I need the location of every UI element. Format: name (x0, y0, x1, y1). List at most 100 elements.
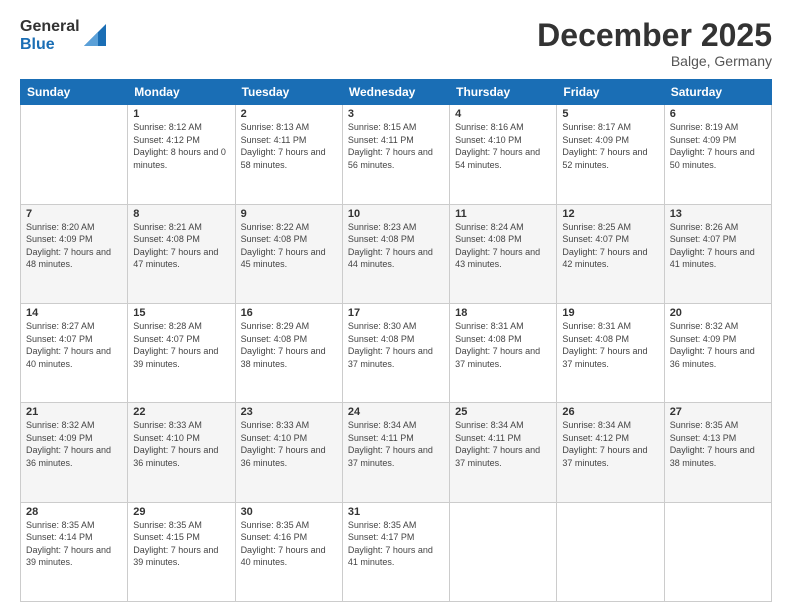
day-number: 31 (348, 506, 444, 518)
calendar-header-saturday: Saturday (664, 80, 771, 105)
calendar-cell: 1Sunrise: 8:12 AMSunset: 4:12 PMDaylight… (128, 105, 235, 204)
calendar-cell: 11Sunrise: 8:24 AMSunset: 4:08 PMDayligh… (450, 204, 557, 303)
calendar-week-row: 7Sunrise: 8:20 AMSunset: 4:09 PMDaylight… (21, 204, 772, 303)
logo-blue: Blue (20, 36, 80, 54)
day-number: 5 (562, 108, 658, 120)
day-info: Sunrise: 8:31 AMSunset: 4:08 PMDaylight:… (455, 320, 551, 370)
calendar-cell: 17Sunrise: 8:30 AMSunset: 4:08 PMDayligh… (342, 303, 449, 402)
day-number: 17 (348, 307, 444, 319)
day-info: Sunrise: 8:15 AMSunset: 4:11 PMDaylight:… (348, 121, 444, 171)
day-number: 13 (670, 208, 766, 220)
day-info: Sunrise: 8:19 AMSunset: 4:09 PMDaylight:… (670, 121, 766, 171)
day-info: Sunrise: 8:31 AMSunset: 4:08 PMDaylight:… (562, 320, 658, 370)
day-number: 15 (133, 307, 229, 319)
calendar-header-row: SundayMondayTuesdayWednesdayThursdayFrid… (21, 80, 772, 105)
calendar-cell: 13Sunrise: 8:26 AMSunset: 4:07 PMDayligh… (664, 204, 771, 303)
calendar-cell: 21Sunrise: 8:32 AMSunset: 4:09 PMDayligh… (21, 403, 128, 502)
calendar-cell: 22Sunrise: 8:33 AMSunset: 4:10 PMDayligh… (128, 403, 235, 502)
calendar-cell: 5Sunrise: 8:17 AMSunset: 4:09 PMDaylight… (557, 105, 664, 204)
day-number: 11 (455, 208, 551, 220)
day-info: Sunrise: 8:13 AMSunset: 4:11 PMDaylight:… (241, 121, 337, 171)
day-info: Sunrise: 8:17 AMSunset: 4:09 PMDaylight:… (562, 121, 658, 171)
day-number: 25 (455, 406, 551, 418)
calendar-header-monday: Monday (128, 80, 235, 105)
logo-general: General (20, 18, 80, 36)
calendar-cell: 18Sunrise: 8:31 AMSunset: 4:08 PMDayligh… (450, 303, 557, 402)
calendar-cell: 25Sunrise: 8:34 AMSunset: 4:11 PMDayligh… (450, 403, 557, 502)
logo: General Blue (20, 18, 106, 53)
day-info: Sunrise: 8:34 AMSunset: 4:11 PMDaylight:… (455, 419, 551, 469)
day-info: Sunrise: 8:12 AMSunset: 4:12 PMDaylight:… (133, 121, 229, 171)
calendar-cell: 19Sunrise: 8:31 AMSunset: 4:08 PMDayligh… (557, 303, 664, 402)
day-number: 4 (455, 108, 551, 120)
day-info: Sunrise: 8:33 AMSunset: 4:10 PMDaylight:… (133, 419, 229, 469)
day-number: 6 (670, 108, 766, 120)
calendar-cell: 10Sunrise: 8:23 AMSunset: 4:08 PMDayligh… (342, 204, 449, 303)
day-number: 29 (133, 506, 229, 518)
day-number: 12 (562, 208, 658, 220)
day-info: Sunrise: 8:34 AMSunset: 4:11 PMDaylight:… (348, 419, 444, 469)
day-number: 30 (241, 506, 337, 518)
day-number: 8 (133, 208, 229, 220)
day-info: Sunrise: 8:25 AMSunset: 4:07 PMDaylight:… (562, 221, 658, 271)
day-number: 19 (562, 307, 658, 319)
calendar-cell: 2Sunrise: 8:13 AMSunset: 4:11 PMDaylight… (235, 105, 342, 204)
day-number: 18 (455, 307, 551, 319)
logo-text: General Blue (20, 18, 80, 53)
calendar-table: SundayMondayTuesdayWednesdayThursdayFrid… (20, 79, 772, 602)
location: Balge, Germany (537, 53, 772, 69)
day-number: 10 (348, 208, 444, 220)
header: General Blue December 2025 Balge, German… (20, 18, 772, 69)
day-info: Sunrise: 8:35 AMSunset: 4:16 PMDaylight:… (241, 519, 337, 569)
calendar-cell: 23Sunrise: 8:33 AMSunset: 4:10 PMDayligh… (235, 403, 342, 502)
calendar-header-friday: Friday (557, 80, 664, 105)
day-info: Sunrise: 8:28 AMSunset: 4:07 PMDaylight:… (133, 320, 229, 370)
day-number: 26 (562, 406, 658, 418)
day-info: Sunrise: 8:35 AMSunset: 4:13 PMDaylight:… (670, 419, 766, 469)
day-info: Sunrise: 8:27 AMSunset: 4:07 PMDaylight:… (26, 320, 122, 370)
day-info: Sunrise: 8:32 AMSunset: 4:09 PMDaylight:… (670, 320, 766, 370)
day-number: 24 (348, 406, 444, 418)
calendar-cell (664, 502, 771, 601)
calendar-cell: 3Sunrise: 8:15 AMSunset: 4:11 PMDaylight… (342, 105, 449, 204)
calendar-cell: 29Sunrise: 8:35 AMSunset: 4:15 PMDayligh… (128, 502, 235, 601)
calendar-cell (557, 502, 664, 601)
day-number: 2 (241, 108, 337, 120)
day-info: Sunrise: 8:16 AMSunset: 4:10 PMDaylight:… (455, 121, 551, 171)
calendar-week-row: 21Sunrise: 8:32 AMSunset: 4:09 PMDayligh… (21, 403, 772, 502)
calendar-header-wednesday: Wednesday (342, 80, 449, 105)
calendar-week-row: 14Sunrise: 8:27 AMSunset: 4:07 PMDayligh… (21, 303, 772, 402)
day-info: Sunrise: 8:21 AMSunset: 4:08 PMDaylight:… (133, 221, 229, 271)
day-info: Sunrise: 8:35 AMSunset: 4:17 PMDaylight:… (348, 519, 444, 569)
day-info: Sunrise: 8:24 AMSunset: 4:08 PMDaylight:… (455, 221, 551, 271)
day-number: 16 (241, 307, 337, 319)
page: General Blue December 2025 Balge, German… (0, 0, 792, 612)
day-info: Sunrise: 8:34 AMSunset: 4:12 PMDaylight:… (562, 419, 658, 469)
calendar-header-sunday: Sunday (21, 80, 128, 105)
calendar-cell: 8Sunrise: 8:21 AMSunset: 4:08 PMDaylight… (128, 204, 235, 303)
day-number: 14 (26, 307, 122, 319)
calendar-cell: 31Sunrise: 8:35 AMSunset: 4:17 PMDayligh… (342, 502, 449, 601)
day-info: Sunrise: 8:20 AMSunset: 4:09 PMDaylight:… (26, 221, 122, 271)
calendar-cell: 15Sunrise: 8:28 AMSunset: 4:07 PMDayligh… (128, 303, 235, 402)
day-number: 23 (241, 406, 337, 418)
calendar-cell: 12Sunrise: 8:25 AMSunset: 4:07 PMDayligh… (557, 204, 664, 303)
day-number: 22 (133, 406, 229, 418)
calendar-cell: 7Sunrise: 8:20 AMSunset: 4:09 PMDaylight… (21, 204, 128, 303)
day-number: 1 (133, 108, 229, 120)
day-number: 9 (241, 208, 337, 220)
day-number: 21 (26, 406, 122, 418)
calendar-header-thursday: Thursday (450, 80, 557, 105)
calendar-cell: 16Sunrise: 8:29 AMSunset: 4:08 PMDayligh… (235, 303, 342, 402)
day-info: Sunrise: 8:30 AMSunset: 4:08 PMDaylight:… (348, 320, 444, 370)
calendar-cell: 26Sunrise: 8:34 AMSunset: 4:12 PMDayligh… (557, 403, 664, 502)
calendar-week-row: 28Sunrise: 8:35 AMSunset: 4:14 PMDayligh… (21, 502, 772, 601)
calendar-cell: 28Sunrise: 8:35 AMSunset: 4:14 PMDayligh… (21, 502, 128, 601)
calendar-cell (450, 502, 557, 601)
calendar-cell: 30Sunrise: 8:35 AMSunset: 4:16 PMDayligh… (235, 502, 342, 601)
calendar-week-row: 1Sunrise: 8:12 AMSunset: 4:12 PMDaylight… (21, 105, 772, 204)
day-info: Sunrise: 8:26 AMSunset: 4:07 PMDaylight:… (670, 221, 766, 271)
day-number: 20 (670, 307, 766, 319)
day-info: Sunrise: 8:35 AMSunset: 4:15 PMDaylight:… (133, 519, 229, 569)
calendar-cell (21, 105, 128, 204)
